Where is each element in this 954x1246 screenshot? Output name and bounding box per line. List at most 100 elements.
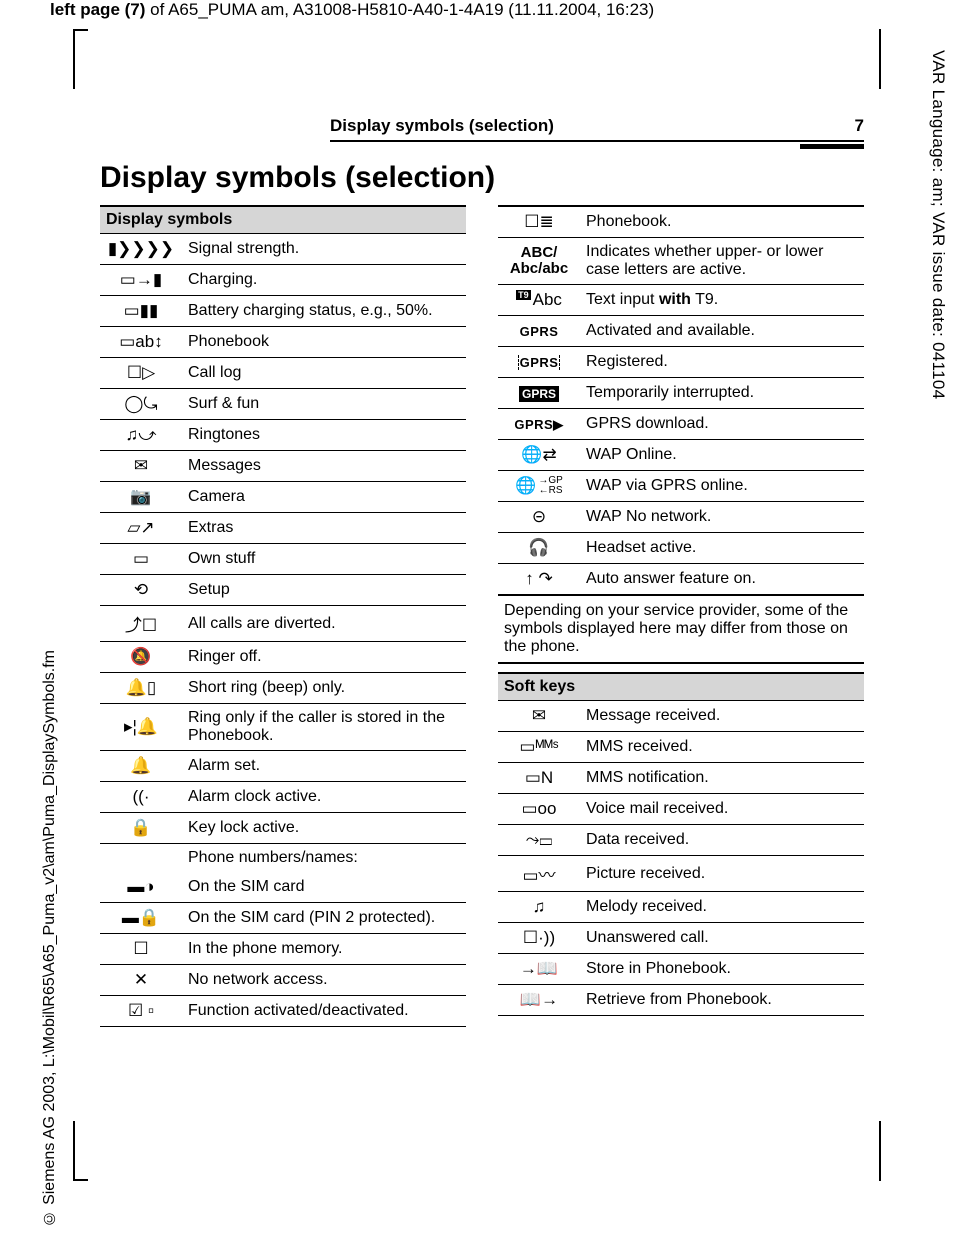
symbol-desc: Setup	[182, 575, 466, 606]
table-header: Display symbols	[100, 206, 466, 234]
symbol-icon: ◯⤿	[100, 389, 182, 420]
table-row: ▭ooVoice mail received.	[498, 794, 864, 825]
symbol-desc: On the SIM card (PIN 2 protected).	[182, 903, 466, 934]
symbol-desc: Headset active.	[580, 533, 864, 564]
table-row: 🌐⇄WAP Online.	[498, 440, 864, 471]
crop-mark	[73, 1121, 75, 1181]
symbol-desc: Phonebook	[182, 327, 466, 358]
crop-mark	[73, 1179, 88, 1181]
table-row: 🔔▯Short ring (beep) only.	[100, 673, 466, 704]
symbol-icon: ☐▷	[100, 358, 182, 389]
side-right-text: VAR Language: am; VAR issue date: 041104	[928, 50, 948, 399]
table-row: ▭ᴹᴹˢMMS received.	[498, 732, 864, 763]
symbol-icon: ☐	[100, 934, 182, 965]
symbol-icon: ▭▮▮	[100, 296, 182, 327]
symbol-desc: Message received.	[580, 701, 864, 732]
page-title: Display symbols (selection)	[100, 161, 864, 195]
symbol-desc: WAP Online.	[580, 440, 864, 471]
symbol-icon: GPRS	[498, 316, 580, 347]
symbol-desc: Key lock active.	[182, 813, 466, 844]
side-left-text: © Siemens AG 2003, L:\Mobil\R65\A65_Puma…	[41, 650, 59, 1226]
symbol-icon: ▭N	[498, 763, 580, 794]
symbol-icon: ✉	[498, 701, 580, 732]
symbol-desc: Ringer off.	[182, 642, 466, 673]
table-row: ↑ ↷Auto answer feature on.	[498, 564, 864, 595]
table-row: 🎧Headset active.	[498, 533, 864, 564]
symbol-icon: ☐·))	[498, 923, 580, 954]
symbol-icon: ▭〰	[498, 856, 580, 892]
symbol-icon: ▭ᴹᴹˢ	[498, 732, 580, 763]
table-row: ☐▷Call log	[100, 358, 466, 389]
symbol-desc: Messages	[182, 451, 466, 482]
crop-mark	[879, 1121, 881, 1181]
table-row: ⤴☐All calls are diverted.	[100, 606, 466, 642]
table-row: GPRS▶GPRS download.	[498, 409, 864, 440]
table-row: ▭NMMS notification.	[498, 763, 864, 794]
symbol-icon: 🔒	[100, 813, 182, 844]
table-row: ☐≣Phonebook.	[498, 206, 864, 238]
symbol-icon: →📖	[498, 954, 580, 985]
table-row: ⊝WAP No network.	[498, 502, 864, 533]
table-row: ▭▮▮Battery charging status, e.g., 50%.	[100, 296, 466, 327]
symbol-icon: ▱↗	[100, 513, 182, 544]
symbol-icon: 📖→	[498, 985, 580, 1016]
symbol-icon: GPRS	[498, 347, 580, 378]
crop-mark	[879, 29, 881, 89]
table-row: 📖→Retrieve from Phonebook.	[498, 985, 864, 1016]
table-row: ▭ab↕Phonebook	[100, 327, 466, 358]
table-row: ♫Melody received.	[498, 892, 864, 923]
symbol-desc: Alarm clock active.	[182, 782, 466, 813]
symbol-desc: Camera	[182, 482, 466, 513]
table-row: 🌐→GP ←RSWAP via GPRS online.	[498, 471, 864, 502]
symbol-icon: ▭	[100, 544, 182, 575]
table-row: 🔒Key lock active.	[100, 813, 466, 844]
symbol-icon: 🔕	[100, 642, 182, 673]
symbol-icon: ▬🔒	[100, 903, 182, 934]
symbol-icon: GPRS	[498, 378, 580, 409]
symbol-desc: Signal strength.	[182, 234, 466, 265]
running-title: Display symbols (selection)	[330, 116, 554, 136]
symbol-desc: Temporarily interrupted.	[580, 378, 864, 409]
symbol-desc: Activated and available.	[580, 316, 864, 347]
symbol-desc: WAP via GPRS online.	[580, 471, 864, 502]
symbol-desc: MMS notification.	[580, 763, 864, 794]
table-row: ▬◑On the SIM card	[100, 872, 466, 903]
table-row: ▬🔒On the SIM card (PIN 2 protected).	[100, 903, 466, 934]
table-row: ☑ ▫Function activated/deactivated.	[100, 996, 466, 1027]
table-row: 🔔Alarm set.	[100, 751, 466, 782]
table-row: ▭〰Picture received.	[498, 856, 864, 892]
symbol-icon: ♫⤻	[100, 420, 182, 451]
running-page: 7	[855, 116, 864, 136]
symbol-icon: ▭ab↕	[100, 327, 182, 358]
crop-mark	[73, 29, 88, 31]
table-row: GPRSRegistered.	[498, 347, 864, 378]
symbol-icon: ⤴☐	[100, 606, 182, 642]
symbol-desc: Charging.	[182, 265, 466, 296]
symbol-desc: Own stuff	[182, 544, 466, 575]
table-row: ☐In the phone memory.	[100, 934, 466, 965]
soft-keys-table: Soft keys ✉Message received.▭ᴹᴹˢMMS rece…	[498, 672, 864, 1016]
symbol-icon: 📷	[100, 482, 182, 513]
symbol-icon: ▭→▮	[100, 265, 182, 296]
table-row: Phone numbers/names:	[100, 844, 466, 873]
symbol-desc: Surf & fun	[182, 389, 466, 420]
symbol-desc: Phonebook.	[580, 206, 864, 238]
symbol-icon: ▭oo	[498, 794, 580, 825]
table-row: ☐·))Unanswered call.	[498, 923, 864, 954]
table-row: ▸¦🔔Ring only if the caller is stored in …	[100, 704, 466, 751]
symbol-desc: Phone numbers/names:	[182, 844, 466, 873]
table-row: 📷Camera	[100, 482, 466, 513]
symbol-desc: Ring only if the caller is stored in the…	[182, 704, 466, 751]
symbol-icon: 🔔▯	[100, 673, 182, 704]
table-row: GPRSTemporarily interrupted.	[498, 378, 864, 409]
symbol-desc: On the SIM card	[182, 872, 466, 903]
manual-page: left page (7) of A65_PUMA am, A31008-H58…	[0, 0, 954, 1246]
symbol-icon: 🎧	[498, 533, 580, 564]
symbol-desc: Retrieve from Phonebook.	[580, 985, 864, 1016]
symbol-desc: In the phone memory.	[182, 934, 466, 965]
table-row: ▭→▮Charging.	[100, 265, 466, 296]
symbol-icon: 🌐→GP ←RS	[498, 471, 580, 502]
table-row: GPRSActivated and available.	[498, 316, 864, 347]
running-header: Display symbols (selection) 7	[330, 116, 864, 138]
symbol-desc: No network access.	[182, 965, 466, 996]
